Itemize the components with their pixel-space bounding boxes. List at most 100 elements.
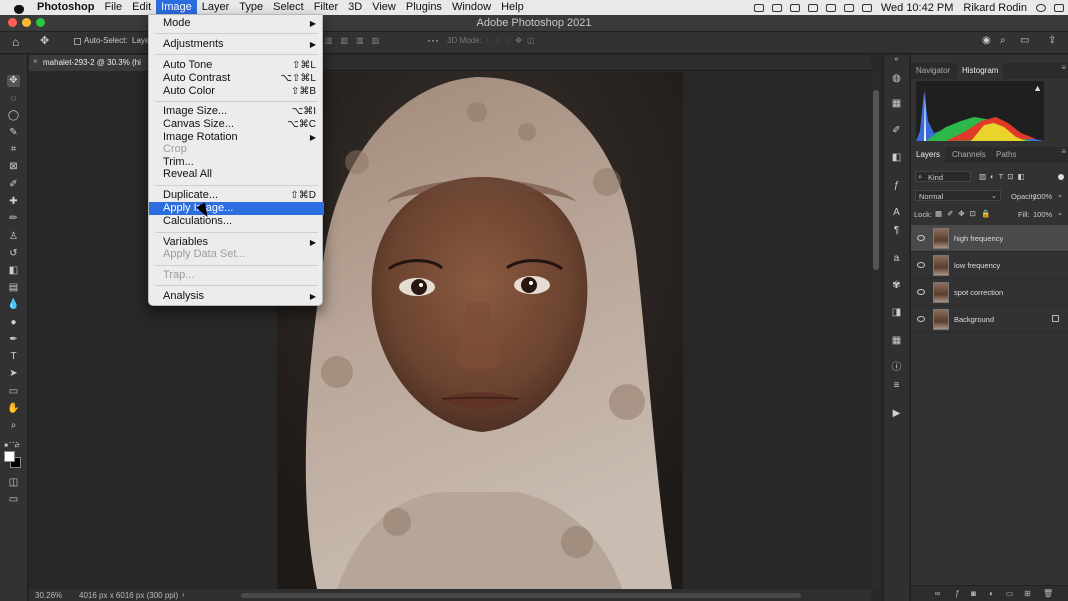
menu-item-canvas-size[interactable]: Canvas Size... ⌥⌘C	[149, 118, 324, 131]
menu-item-analysis[interactable]: Analysis ▶	[149, 290, 324, 303]
zoom-level[interactable]: 30.26%	[35, 591, 62, 600]
share-export-icon[interactable]: ⇪	[1048, 35, 1056, 46]
tab-layers[interactable]: Layers	[911, 147, 946, 163]
tables-panel-icon[interactable]: ▦	[890, 335, 903, 347]
warning-icon[interactable]: ▲	[1033, 83, 1042, 93]
3d-mode-icons[interactable]: ◌◌◌✥◫	[486, 36, 540, 45]
adjustment-layer-icon[interactable]: ◐	[987, 589, 996, 598]
battery-icon[interactable]	[843, 3, 854, 12]
path-selection-tool-icon[interactable]: ➤	[7, 368, 20, 380]
menu-app-photoshop[interactable]: Photoshop	[32, 0, 99, 15]
menu-item-adjustments[interactable]: Adjustments ▶	[149, 38, 324, 51]
new-layer-icon[interactable]: ⊞	[1023, 589, 1032, 598]
menu-window[interactable]: Window	[447, 0, 496, 15]
layer-row-background[interactable]: Background	[911, 306, 1068, 333]
type-tool-icon[interactable]: T	[7, 351, 20, 363]
wifi-icon[interactable]	[861, 3, 872, 12]
move-tool-preset-icon[interactable]: ✥	[40, 34, 49, 47]
menu-item-reveal-all[interactable]: Reveal All	[149, 168, 324, 181]
workspace-icon[interactable]: ▭	[1020, 35, 1029, 46]
status-icon[interactable]	[789, 3, 800, 12]
opacity-value[interactable]: 100%	[1033, 192, 1052, 201]
rectangle-tool-icon[interactable]: ▭	[7, 386, 20, 398]
menu-type[interactable]: Type	[234, 0, 268, 15]
horizontal-scrollbar-thumb[interactable]	[241, 593, 801, 598]
blend-mode-dropdown[interactable]: Normal ⌄	[915, 190, 1001, 201]
visibility-eye-icon[interactable]	[917, 289, 925, 295]
delete-layer-icon[interactable]: 🗑	[1043, 589, 1053, 598]
lasso-tool-icon[interactable]: ◯	[7, 110, 20, 122]
crop-tool-icon[interactable]: ⌗	[7, 144, 20, 156]
layer-row-spot-correction[interactable]: spot correction	[911, 279, 1068, 306]
spotlight-icon[interactable]	[1036, 3, 1046, 12]
auto-select-checkbox[interactable]	[74, 38, 81, 45]
properties-panel-icon[interactable]: ≡	[890, 380, 903, 392]
zoom-tool-icon[interactable]: ⌕	[7, 420, 20, 432]
control-center-icon[interactable]	[1054, 3, 1064, 12]
glyphs-panel-icon[interactable]: a	[890, 253, 903, 265]
menu-file[interactable]: File	[99, 0, 127, 15]
menu-3d[interactable]: 3D	[343, 0, 367, 15]
document-tab[interactable]: × mahalet-293-2 @ 30.3% (hi	[29, 55, 159, 71]
menu-item-duplicate[interactable]: Duplicate... ⇧⌘D	[149, 189, 324, 202]
foreground-color-swatch[interactable]	[4, 451, 15, 462]
user-name[interactable]: Rikard Rodin	[958, 2, 1032, 14]
menu-view[interactable]: View	[367, 0, 401, 15]
channels-panel-icon[interactable]: ✾	[890, 280, 903, 292]
play-action-icon[interactable]: ▶	[890, 408, 903, 420]
tab-channels[interactable]: Channels	[947, 147, 991, 163]
tab-navigator[interactable]: Navigator	[911, 63, 955, 79]
tab-histogram[interactable]: Histogram	[957, 63, 1004, 79]
menu-help[interactable]: Help	[496, 0, 529, 15]
eraser-tool-icon[interactable]: ◧	[7, 265, 20, 277]
layer-filter-dropdown[interactable]: ⌕ Kind	[915, 171, 971, 182]
visibility-eye-icon[interactable]	[917, 316, 925, 322]
panel-menu-icon[interactable]: ≡	[1061, 63, 1066, 72]
new-group-icon[interactable]: ▭	[1005, 589, 1014, 598]
status-icon[interactable]	[771, 3, 782, 12]
share-icon[interactable]: ◉	[982, 35, 991, 46]
menu-layer[interactable]: Layer	[197, 0, 235, 15]
dodge-tool-icon[interactable]: ●	[7, 317, 20, 329]
collapse-panels-icon[interactable]: «	[890, 54, 903, 66]
status-icon[interactable]	[753, 3, 764, 12]
brush-tool-icon[interactable]: ✏	[7, 213, 20, 225]
pen-tool-icon[interactable]: ✒	[7, 334, 20, 346]
history-brush-tool-icon[interactable]: ↺	[7, 248, 20, 260]
brushes-panel-icon[interactable]: ✐	[890, 125, 903, 137]
screen-mode-icon[interactable]: ▭	[7, 494, 20, 506]
scrollbar-thumb[interactable]	[873, 90, 879, 270]
fill-value[interactable]: 100%	[1033, 210, 1052, 219]
menu-filter[interactable]: Filter	[309, 0, 343, 15]
menu-item-image-size[interactable]: Image Size... ⌥⌘I	[149, 105, 324, 118]
visibility-eye-icon[interactable]	[917, 262, 925, 268]
document-info[interactable]: 4016 px x 6016 px (300 ppi)	[79, 591, 178, 600]
align-icons[interactable]: ▥▥▥▥	[325, 36, 387, 45]
apple-icon[interactable]	[12, 2, 26, 14]
lock-icons[interactable]: ▦✐✥⊡🔒	[935, 209, 995, 218]
layer-row-high-frequency[interactable]: high frequency	[911, 225, 1068, 252]
search-icon[interactable]: ⌕	[1000, 35, 1006, 46]
eyedropper-tool-icon[interactable]: ✐	[7, 179, 20, 191]
layer-row-low-frequency[interactable]: low frequency	[911, 252, 1068, 279]
layer-filter-icons[interactable]: ▨◐T⊡◧	[979, 172, 1029, 181]
move-tool-icon[interactable]: ✥	[7, 75, 20, 87]
home-icon[interactable]: ⌂	[12, 35, 19, 49]
add-mask-icon[interactable]: ◙	[969, 589, 978, 598]
blur-tool-icon[interactable]: 💧	[7, 299, 20, 311]
menu-plugins[interactable]: Plugins	[401, 0, 447, 15]
menu-image[interactable]: Image	[156, 0, 197, 15]
layer-style-icon[interactable]: ƒ	[953, 589, 962, 598]
character-panel-icon[interactable]: A	[890, 207, 903, 219]
clock[interactable]: Wed 10:42 PM	[876, 2, 959, 14]
hand-tool-icon[interactable]: ✋	[7, 403, 20, 415]
clone-stamp-tool-icon[interactable]: ♙	[7, 231, 20, 243]
menu-item-auto-color[interactable]: Auto Color ⇧⌘B	[149, 85, 324, 98]
link-layers-icon[interactable]: ∞	[933, 589, 942, 598]
menu-select[interactable]: Select	[268, 0, 309, 15]
actions-panel-icon[interactable]: ƒ	[890, 180, 903, 192]
menu-edit[interactable]: Edit	[127, 0, 156, 15]
menu-item-apply-image[interactable]: Apply Image...	[149, 202, 324, 215]
chevron-down-icon[interactable]: ⌄	[1057, 208, 1063, 217]
paragraph-panel-icon[interactable]: ¶	[890, 225, 903, 237]
